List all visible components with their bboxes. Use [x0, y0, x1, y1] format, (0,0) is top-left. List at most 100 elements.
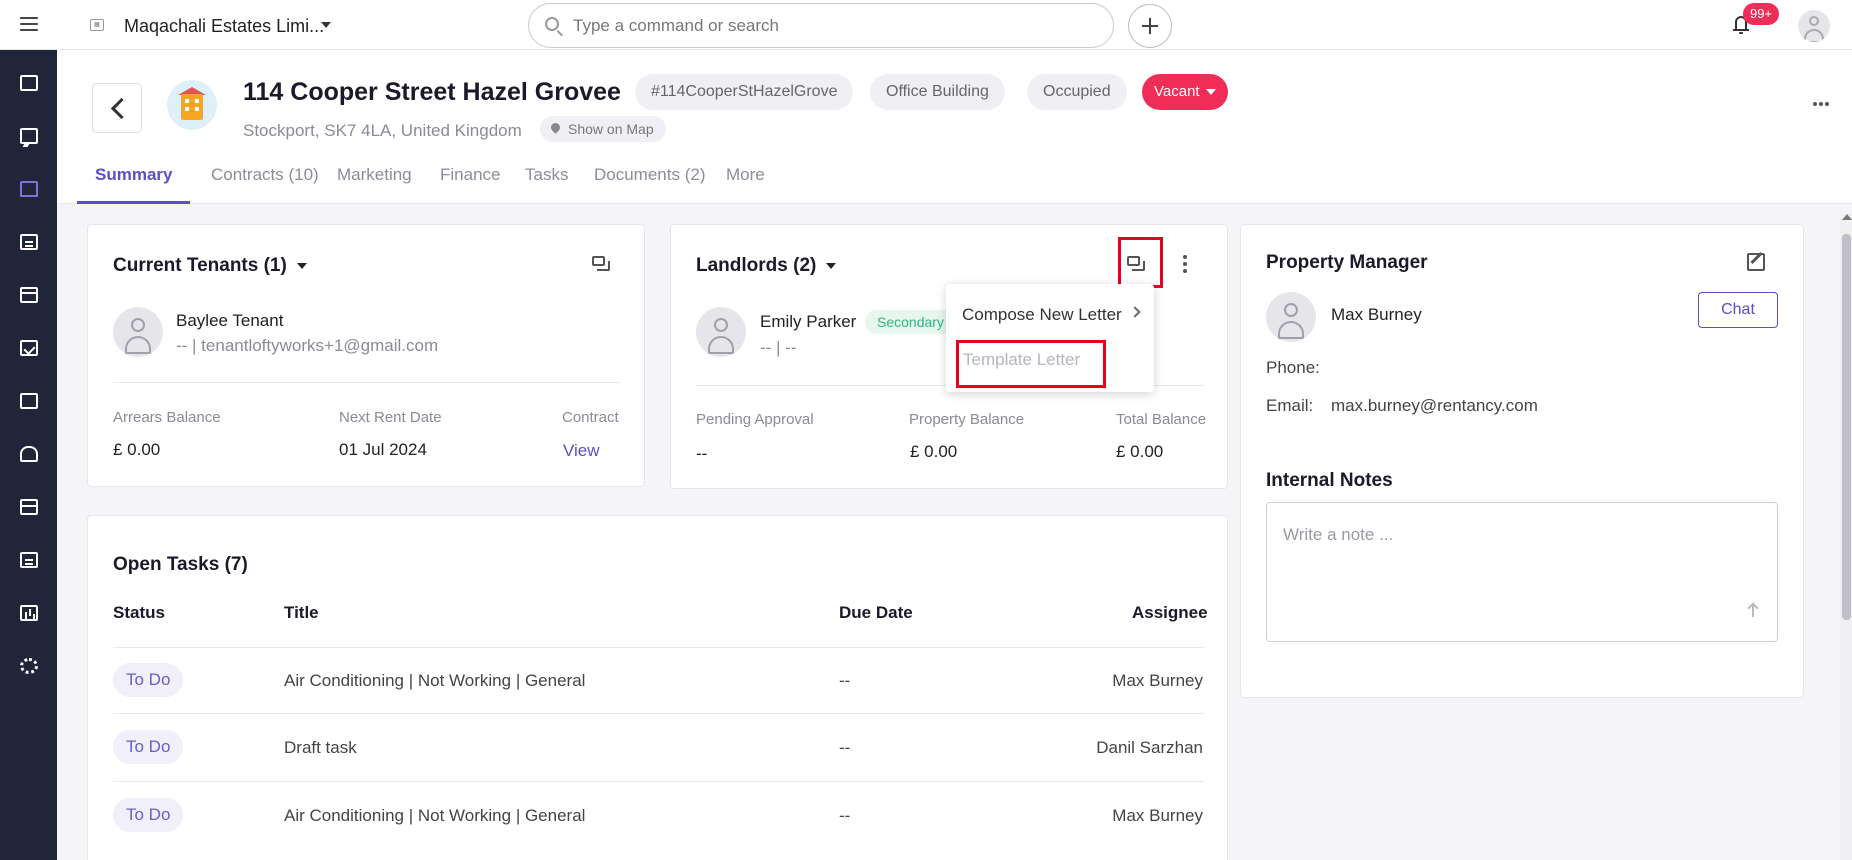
landlord-name[interactable]: Emily Parker: [760, 312, 856, 332]
documents-icon: [20, 552, 38, 568]
status-badge: To Do: [113, 730, 184, 764]
pending-approval-value: --: [696, 444, 708, 463]
landlord-avatar: [696, 307, 746, 357]
manager-name[interactable]: Max Burney: [1331, 305, 1422, 325]
show-on-map-button[interactable]: Show on Map: [540, 116, 666, 142]
calendar-icon: [20, 287, 38, 303]
send-arrow-icon[interactable]: [1747, 602, 1759, 618]
tab-tasks[interactable]: Tasks: [507, 152, 586, 204]
properties-icon: [20, 181, 38, 197]
search-icon: [545, 17, 559, 31]
task-title[interactable]: Air Conditioning | Not Working | General: [284, 806, 585, 826]
sidebar-item-dashboard[interactable]: [14, 69, 44, 99]
top-bar: ▦ Maqachali Estates Limi... 99+: [0, 0, 1852, 50]
landlords-title[interactable]: Landlords (2): [696, 255, 837, 277]
kebab-menu-icon[interactable]: [1183, 255, 1189, 275]
user-avatar[interactable]: [1798, 10, 1830, 42]
status-badge: To Do: [113, 663, 184, 697]
total-balance-label: Total Balance: [1116, 411, 1207, 428]
sidebar-item-documents[interactable]: [14, 546, 44, 576]
manager-email[interactable]: max.burney@rentancy.com: [1331, 396, 1538, 416]
reference-tag: #114CooperStHazelGrove: [635, 74, 854, 110]
letter-dropdown-menu: Compose New Letter Template Letter: [946, 284, 1154, 392]
chevron-down-icon: [296, 262, 307, 269]
tab-contracts[interactable]: Contracts (10): [193, 152, 337, 204]
arrears-label: Arrears Balance: [113, 409, 221, 426]
status-column-header: Status: [113, 603, 165, 622]
page-title: 114 Cooper Street Hazel Grovee: [243, 78, 621, 106]
divider: [113, 781, 1204, 782]
tab-summary[interactable]: Summary: [77, 152, 191, 204]
tab-marketing[interactable]: Marketing: [319, 152, 430, 204]
next-rent-value: 01 Jul 2024: [339, 440, 427, 459]
people-icon: [20, 446, 38, 462]
landlords-title-text: Landlords (2): [696, 255, 817, 276]
tab-more[interactable]: More: [708, 152, 783, 204]
back-button[interactable]: [92, 83, 142, 133]
sidebar-item-calendar[interactable]: [14, 281, 44, 311]
search-input[interactable]: [573, 13, 1093, 39]
phone-label: Phone:: [1266, 358, 1320, 377]
type-tag: Office Building: [870, 74, 1005, 110]
chevron-down-icon: [826, 262, 837, 269]
internal-notes-input[interactable]: [1266, 502, 1778, 642]
edit-icon[interactable]: [1747, 253, 1765, 271]
more-options-icon[interactable]: [1813, 93, 1833, 106]
tenant-name[interactable]: Baylee Tenant: [176, 311, 283, 331]
task-title[interactable]: Draft task: [284, 738, 357, 758]
sidebar-item-tasks[interactable]: [14, 334, 44, 364]
tenant-avatar: [113, 307, 163, 357]
divider: [113, 713, 1204, 714]
chat-button[interactable]: Chat: [1698, 292, 1778, 328]
contract-view-link[interactable]: View: [563, 441, 600, 461]
dashboard-icon: [20, 75, 38, 91]
tenants-title[interactable]: Current Tenants (1): [113, 255, 307, 277]
highlight-box: [1118, 237, 1163, 288]
notification-badge: 99+: [1743, 3, 1779, 25]
map-pin-icon: [549, 121, 562, 134]
tab-finance[interactable]: Finance: [422, 152, 518, 204]
messages-icon: [20, 128, 38, 144]
sidebar-item-properties[interactable]: [14, 175, 44, 205]
message-icon[interactable]: [592, 256, 610, 272]
add-button[interactable]: [1128, 4, 1172, 48]
sidebar-item-bank[interactable]: [14, 493, 44, 523]
tenants-title-text: Current Tenants (1): [113, 255, 287, 276]
sidebar-item-settings[interactable]: [14, 652, 44, 682]
company-logo-icon: ▦: [90, 19, 104, 31]
sidebar: [0, 50, 57, 860]
reports-icon: [20, 605, 38, 621]
task-assignee: Max Burney: [1112, 671, 1203, 690]
scroll-up-icon[interactable]: [1842, 214, 1852, 220]
menu-icon[interactable]: [20, 17, 38, 31]
divider: [113, 382, 621, 383]
property-address: Stockport, SK7 4LA, United Kingdom: [243, 121, 522, 140]
due-date-column-header: Due Date: [839, 603, 913, 622]
task-assignee: Max Burney: [1112, 806, 1203, 825]
tab-documents[interactable]: Documents (2): [576, 152, 723, 204]
task-title[interactable]: Air Conditioning | Not Working | General: [284, 671, 585, 691]
settings-icon: [20, 658, 38, 674]
assignee-column-header: Assignee: [1132, 603, 1208, 622]
command-search[interactable]: [528, 3, 1114, 48]
sidebar-item-tenancies[interactable]: [14, 228, 44, 258]
property-header: 114 Cooper Street Hazel Grovee Stockport…: [57, 50, 1852, 204]
bank-icon: [20, 499, 38, 515]
company-selector[interactable]: Maqachali Estates Limi...: [124, 16, 324, 37]
sidebar-item-contacts[interactable]: [14, 387, 44, 417]
open-tasks-card: Open Tasks (7) Status Title Due Date Ass…: [87, 515, 1228, 860]
sidebar-item-reports[interactable]: [14, 599, 44, 629]
chevron-down-icon[interactable]: [321, 22, 331, 28]
show-on-map-label: Show on Map: [568, 121, 654, 137]
scrollbar-thumb[interactable]: [1842, 234, 1851, 620]
email-label: Email:: [1266, 396, 1314, 415]
sidebar-item-people[interactable]: [14, 440, 44, 470]
status-dropdown[interactable]: Vacant: [1142, 74, 1228, 110]
compose-new-letter-item[interactable]: Compose New Letter: [962, 305, 1122, 325]
contacts-icon: [20, 393, 38, 409]
open-tasks-title: Open Tasks (7): [113, 554, 248, 575]
task-due-date: --: [839, 806, 851, 825]
sidebar-item-messages[interactable]: [14, 122, 44, 152]
pending-approval-label: Pending Approval: [696, 411, 814, 428]
internal-notes-title: Internal Notes: [1266, 470, 1393, 491]
